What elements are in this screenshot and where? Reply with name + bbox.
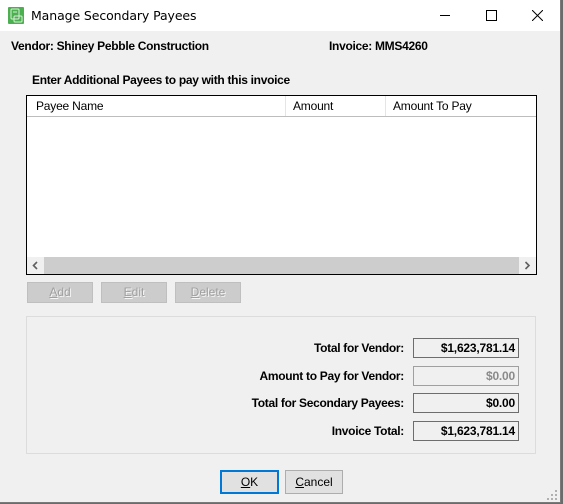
cancel-label: ancel xyxy=(303,475,333,489)
maximize-icon xyxy=(486,10,497,21)
add-label: dd xyxy=(57,285,71,299)
invoice-total-value: $1,623,781.14 xyxy=(413,421,519,441)
horizontal-scrollbar[interactable] xyxy=(27,257,536,274)
minimize-icon xyxy=(440,15,450,16)
ok-label: K xyxy=(250,475,259,489)
app-icon xyxy=(8,7,24,24)
column-header-amount-to-pay[interactable]: Amount To Pay xyxy=(386,96,536,116)
chevron-left-icon xyxy=(32,261,38,270)
payees-list[interactable]: Payee Name Amount Amount To Pay xyxy=(26,95,537,275)
vendor-label: Vendor: Shiney Pebble Construction xyxy=(11,39,209,53)
payees-section-label: Enter Additional Payees to pay with this… xyxy=(32,73,290,87)
column-header-amount[interactable]: Amount xyxy=(286,96,386,116)
total-for-secondary-payees-label: Total for Secondary Payees: xyxy=(251,396,405,410)
cancel-button[interactable]: Cancel xyxy=(285,470,343,494)
resize-grip-icon[interactable] xyxy=(547,489,557,500)
invoice-total-label: Invoice Total: xyxy=(331,424,405,438)
close-button[interactable] xyxy=(514,0,560,31)
chevron-right-icon xyxy=(524,261,531,270)
window-title: Manage Secondary Payees xyxy=(31,8,197,23)
minimize-button[interactable] xyxy=(422,0,468,31)
maximize-button[interactable] xyxy=(468,0,514,31)
amount-to-pay-for-vendor-label: Amount to Pay for Vendor: xyxy=(259,369,404,383)
column-header-payee-name[interactable]: Payee Name xyxy=(27,96,286,116)
delete-label: elete xyxy=(199,285,226,299)
list-body[interactable] xyxy=(27,117,536,257)
ok-access-key: O xyxy=(240,475,251,489)
cancel-access-key: C xyxy=(295,475,304,489)
list-header: Payee Name Amount Amount To Pay xyxy=(27,96,536,117)
scrollbar-thumb[interactable] xyxy=(44,257,519,274)
edit-label: dit xyxy=(131,285,145,299)
edit-access-key: E xyxy=(123,285,132,299)
amount-to-pay-for-vendor-value: $0.00 xyxy=(413,366,519,386)
total-for-vendor-value: $1,623,781.14 xyxy=(413,338,519,358)
invoice-label: Invoice: MMS4260 xyxy=(329,39,428,53)
scroll-left-button[interactable] xyxy=(27,257,44,274)
delete-button[interactable]: Delete xyxy=(175,282,241,303)
delete-access-key: D xyxy=(190,285,200,299)
add-button[interactable]: Add xyxy=(27,282,93,303)
total-for-secondary-payees-value: $0.00 xyxy=(413,393,519,413)
dialog-window: Manage Secondary Payees Vendor: Shiney P… xyxy=(0,0,561,503)
edit-button[interactable]: Edit xyxy=(101,282,167,303)
close-icon xyxy=(532,10,543,21)
total-for-vendor-label: Total for Vendor: xyxy=(313,341,404,355)
title-bar[interactable]: Manage Secondary Payees xyxy=(0,0,560,31)
scroll-right-button[interactable] xyxy=(519,257,536,274)
ok-button[interactable]: OK xyxy=(220,470,279,494)
